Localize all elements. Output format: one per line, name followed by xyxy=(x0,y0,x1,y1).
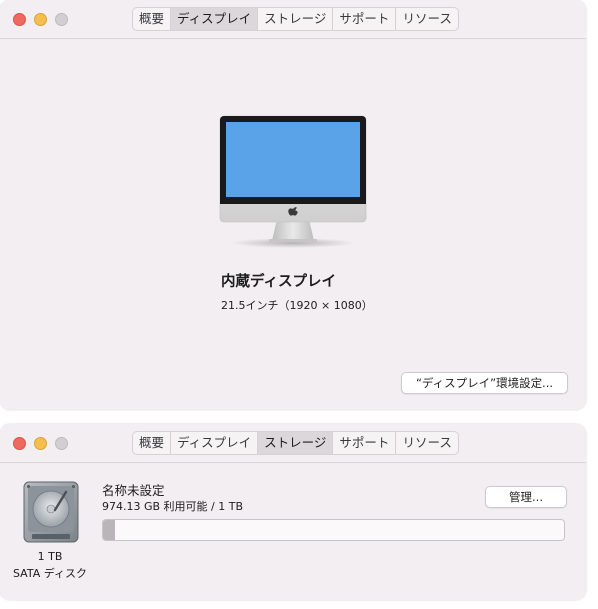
disk-type: SATA ディスク xyxy=(13,567,87,580)
tab-displays[interactable]: ディスプレイ xyxy=(171,8,259,30)
minimize-button[interactable] xyxy=(34,13,47,26)
tab-resources[interactable]: リソース xyxy=(396,8,457,30)
tab-storage[interactable]: ストレージ xyxy=(258,432,334,454)
tab-bar: 概要 ディスプレイ ストレージ サポート リソース xyxy=(132,7,459,31)
tab-overview[interactable]: 概要 xyxy=(133,432,172,454)
available-space: 974.13 GB 利用可能 / 1 TB xyxy=(102,500,244,513)
manage-button[interactable]: 管理... xyxy=(485,486,567,508)
minimize-button[interactable] xyxy=(34,437,47,450)
titlebar: 概要 ディスプレイ ストレージ サポート リソース xyxy=(0,424,586,463)
display-resolution: 21.5インチ（1920 × 1080） xyxy=(221,299,373,312)
zoom-button xyxy=(55,437,68,450)
tab-support[interactable]: サポート xyxy=(333,8,397,30)
tab-resources[interactable]: リソース xyxy=(396,432,457,454)
tab-bar: 概要 ディスプレイ ストレージ サポート リソース xyxy=(132,431,459,455)
tab-support[interactable]: サポート xyxy=(333,432,397,454)
titlebar: 概要 ディスプレイ ストレージ サポート リソース xyxy=(0,0,586,39)
close-button[interactable] xyxy=(13,13,26,26)
tab-displays[interactable]: ディスプレイ xyxy=(171,432,259,454)
traffic-lights xyxy=(13,13,68,26)
traffic-lights xyxy=(13,437,68,450)
close-button[interactable] xyxy=(13,437,26,450)
zoom-button xyxy=(55,13,68,26)
display-preferences-button[interactable]: “ディスプレイ”環境設定... xyxy=(401,372,568,394)
tab-storage[interactable]: ストレージ xyxy=(258,8,334,30)
disk-capacity: 1 TB xyxy=(37,550,63,563)
volume-name: 名称未設定 xyxy=(102,483,165,498)
storage-usage-bar xyxy=(102,519,565,541)
tab-overview[interactable]: 概要 xyxy=(133,8,172,30)
display-title: 内蔵ディスプレイ xyxy=(221,274,336,290)
storage-usage-fill xyxy=(103,520,115,540)
imac-icon xyxy=(219,115,367,248)
hard-disk-icon xyxy=(23,481,79,543)
